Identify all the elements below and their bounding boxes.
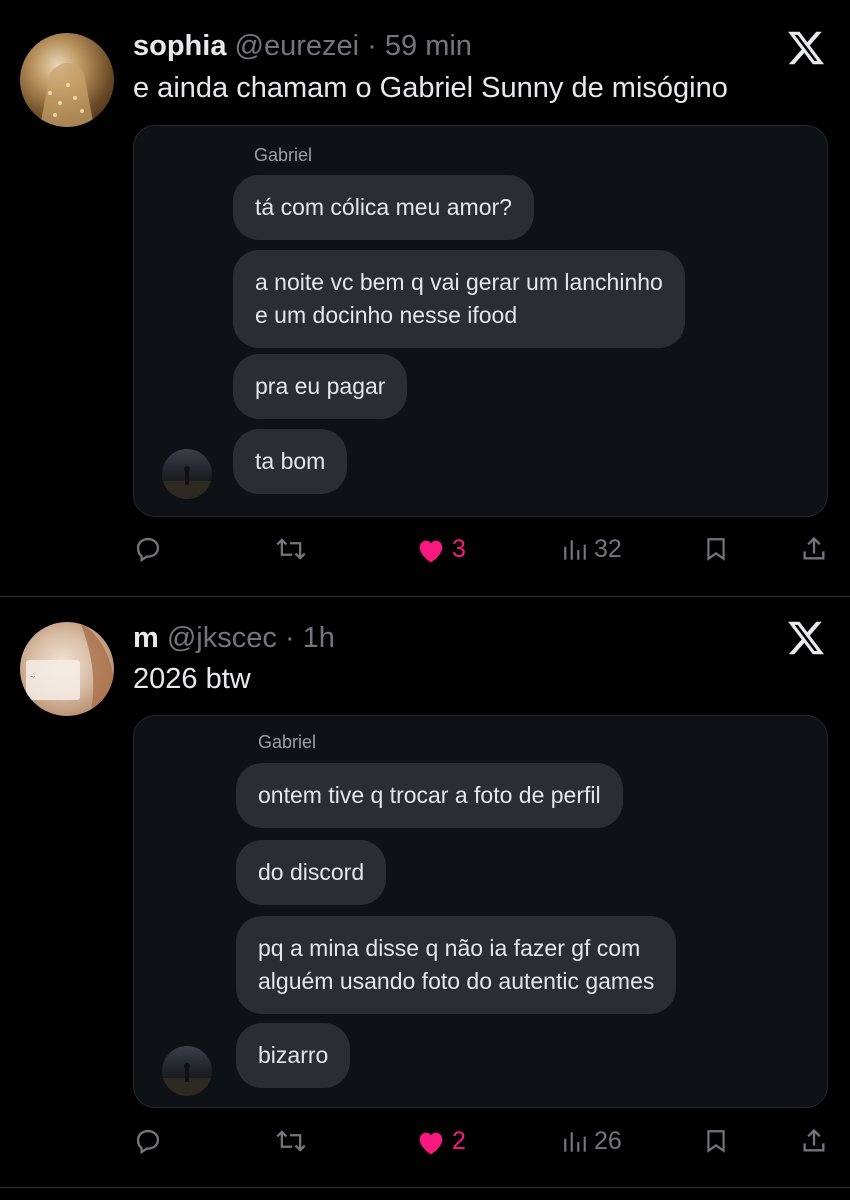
views-button[interactable]: 26: [562, 1127, 622, 1156]
bookmark-button[interactable]: [703, 1127, 729, 1155]
reply-button[interactable]: [134, 535, 162, 563]
chat-bubble: bizarro: [236, 1023, 351, 1088]
separator-dot: ·: [284, 622, 295, 654]
attached-image[interactable]: Gabriel ontem tive q trocar a foto de pe…: [133, 715, 828, 1108]
display-name[interactable]: sophia: [133, 30, 226, 62]
separator-dot: ·: [367, 30, 377, 62]
share-button[interactable]: [800, 1127, 828, 1155]
display-name[interactable]: m: [133, 622, 159, 654]
post[interactable]: ~ m @jkscec · 1h 2026 btw Gabriel ontem …: [0, 597, 850, 1187]
post-header: m @jkscec · 1h: [133, 622, 335, 655]
like-button[interactable]: 3: [416, 535, 466, 564]
repost-button[interactable]: [275, 1127, 307, 1155]
repost-icon: [276, 1130, 306, 1152]
views-icon: [564, 1131, 586, 1152]
chat-bubble: ta bom: [233, 429, 348, 494]
bookmark-icon: [707, 1130, 725, 1153]
svg-text:~: ~: [30, 672, 35, 682]
user-avatar[interactable]: [20, 33, 114, 127]
chat-sender-avatar: [162, 1046, 212, 1096]
post[interactable]: sophia @eurezei · 59 min e ainda chamam …: [0, 0, 850, 596]
chat-bubble: a noite vc bem q vai gerar um lanchinho …: [233, 250, 685, 348]
view-count: 26: [594, 1127, 622, 1155]
chat-bubble: pq a mina disse q não ia fazer gf com al…: [236, 916, 677, 1014]
like-button[interactable]: 2: [416, 1127, 466, 1156]
like-count: 2: [452, 1127, 466, 1155]
views-button[interactable]: 32: [562, 535, 622, 564]
post-time[interactable]: 59 min: [385, 30, 472, 62]
repost-button[interactable]: [275, 535, 307, 563]
post-text: 2026 btw: [133, 663, 251, 695]
x-logo-icon[interactable]: [786, 28, 826, 68]
chat-sender-name: Gabriel: [254, 145, 313, 165]
chat-sender-avatar: [162, 449, 212, 499]
user-avatar[interactable]: ~: [20, 622, 114, 716]
post-divider: [0, 1187, 850, 1188]
heart-icon: [419, 540, 443, 562]
x-logo-icon[interactable]: [786, 618, 826, 658]
post-text: e ainda chamam o Gabriel Sunny de misógi…: [133, 72, 728, 104]
post-time[interactable]: 1h: [303, 622, 335, 654]
post-actions: 3 32: [0, 535, 850, 575]
chat-bubble: ontem tive q trocar a foto de perfil: [236, 763, 623, 828]
user-handle[interactable]: @eurezei: [235, 30, 360, 62]
post-header: sophia @eurezei · 59 min: [133, 30, 472, 63]
like-count: 3: [452, 535, 466, 563]
repost-icon: [276, 538, 306, 560]
reply-icon: [136, 537, 160, 563]
bookmark-button[interactable]: [703, 535, 729, 563]
share-button[interactable]: [800, 535, 828, 563]
user-handle[interactable]: @jkscec: [167, 622, 277, 654]
heart-icon: [419, 1132, 443, 1154]
chat-bubble: pra eu pagar: [233, 354, 408, 419]
post-actions: 2 26: [0, 1127, 850, 1167]
share-icon: [803, 1128, 825, 1152]
views-icon: [564, 539, 586, 560]
chat-bubble: do discord: [236, 840, 387, 905]
reply-button[interactable]: [134, 1127, 162, 1155]
reply-icon: [136, 1129, 160, 1155]
bookmark-icon: [707, 538, 725, 561]
attached-image[interactable]: Gabriel tá com cólica meu amor? a noite …: [133, 125, 828, 517]
chat-sender-name: Gabriel: [258, 732, 317, 752]
chat-bubble: tá com cólica meu amor?: [233, 175, 534, 240]
share-icon: [803, 536, 825, 560]
view-count: 32: [594, 535, 622, 563]
